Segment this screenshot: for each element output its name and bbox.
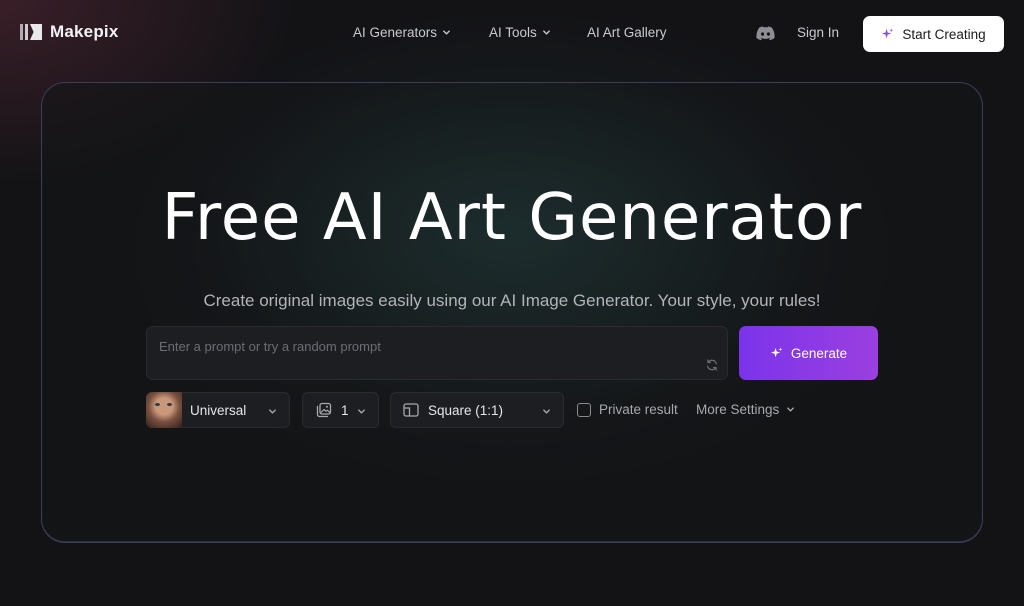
aspect-ratio-label: Square (1:1): [428, 402, 504, 418]
nav-ai-generators[interactable]: AI Generators: [353, 25, 451, 40]
sparkle-icon: [882, 27, 894, 38]
chevron-down-icon: [542, 30, 550, 35]
image-count-select[interactable]: 1: [302, 392, 379, 428]
model-label: Universal: [190, 402, 247, 418]
chevron-down-icon: [358, 409, 365, 414]
nav-ai-art-gallery-label: AI Art Gallery: [587, 25, 667, 40]
chevron-down-icon: [269, 409, 276, 414]
more-settings-label: More Settings: [696, 402, 780, 417]
sparkle-icon: [770, 346, 783, 357]
aspect-ratio-select[interactable]: Square (1:1): [390, 392, 564, 428]
model-select[interactable]: Universal: [146, 392, 290, 428]
private-result-toggle[interactable]: Private result: [577, 402, 678, 417]
start-creating-label: Start Creating: [902, 26, 986, 42]
generate-button[interactable]: Generate: [739, 326, 878, 380]
private-result-checkbox[interactable]: [577, 402, 591, 417]
private-result-label: Private result: [599, 402, 678, 417]
chevron-down-icon: [787, 407, 795, 412]
nav-ai-generators-label: AI Generators: [353, 25, 438, 40]
discord-icon[interactable]: [756, 26, 775, 41]
brand-logo[interactable]: Makepix: [20, 22, 119, 42]
refresh-icon[interactable]: [705, 358, 719, 372]
start-creating-button[interactable]: Start Creating: [863, 16, 1004, 52]
chevron-down-icon: [543, 409, 550, 414]
nav-ai-tools-label: AI Tools: [489, 25, 537, 40]
aspect-ratio-icon: [403, 403, 419, 417]
logo-icon: [20, 24, 42, 40]
sign-in-link[interactable]: Sign In: [797, 25, 839, 40]
nav-ai-tools[interactable]: AI Tools: [489, 25, 551, 40]
more-settings-button[interactable]: More Settings: [696, 402, 795, 417]
generate-label: Generate: [790, 345, 848, 361]
prompt-box: [146, 326, 728, 380]
top-navbar: Makepix AI Generators AI Tools AI Art Ga…: [0, 0, 1024, 68]
chevron-down-icon: [443, 30, 450, 35]
image-icon: [316, 402, 332, 418]
nav-ai-art-gallery[interactable]: AI Art Gallery: [587, 25, 667, 40]
page-title: Free AI Art Generator: [161, 181, 863, 255]
prompt-input[interactable]: [159, 337, 699, 355]
page-subtitle: Create original images easily using our …: [203, 291, 821, 310]
brand-name: Makepix: [50, 22, 119, 41]
hero-card: [41, 82, 983, 543]
model-thumbnail: [146, 392, 182, 428]
image-count-label: 1: [341, 402, 349, 418]
